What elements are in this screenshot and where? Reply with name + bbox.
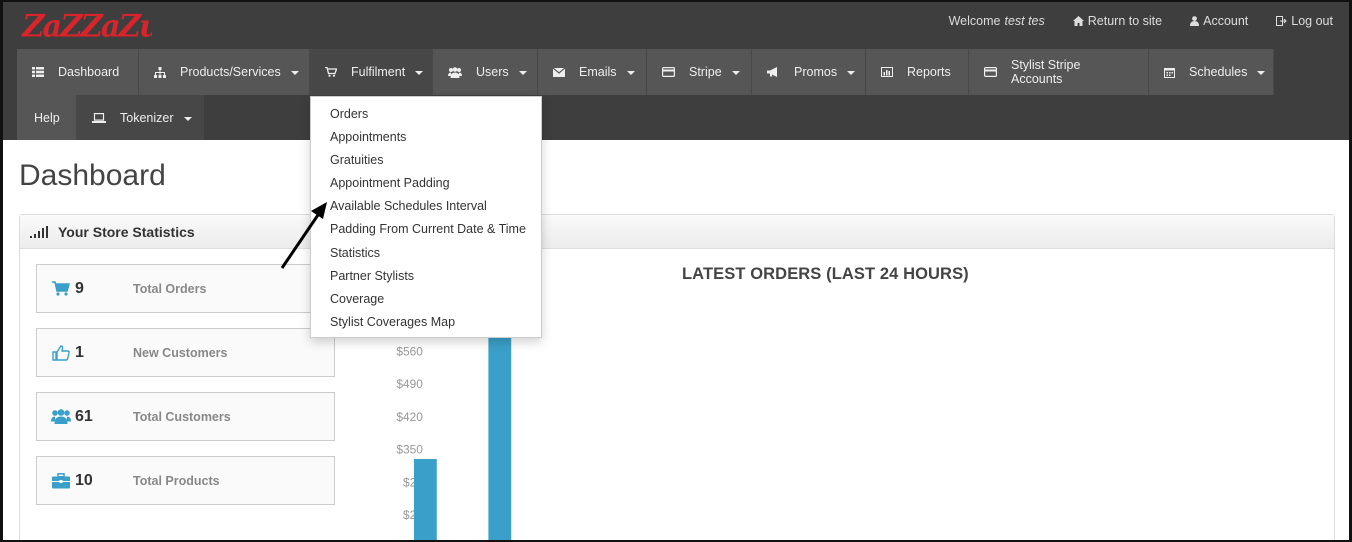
brand-logo[interactable]: ZaZZaZu: [17, 6, 152, 44]
nav-label: Dashboard: [58, 65, 120, 79]
stat-value: 61: [75, 407, 93, 425]
nav-dashboard[interactable]: Dashboard: [17, 49, 139, 95]
calendar-icon: [1164, 67, 1175, 78]
stat-value: 10: [75, 471, 93, 489]
stat-value: 9: [75, 279, 84, 297]
list-icon: [32, 67, 44, 77]
nav-label: Stripe: [689, 65, 722, 79]
nav-label: Promos: [794, 65, 838, 79]
menu-item-partner-stylists[interactable]: Partner Stylists: [311, 265, 541, 288]
nav-emails[interactable]: Emails: [538, 49, 647, 95]
nav-schedules[interactable]: Schedules: [1149, 49, 1274, 95]
credit-card-icon: [662, 67, 675, 77]
return-label: Return to site: [1087, 14, 1163, 28]
thumbs-up-icon: [49, 344, 73, 361]
nav-fulfilment[interactable]: Fulfilment: [310, 49, 433, 95]
nav-label: Emails: [579, 65, 617, 79]
laptop-icon: [92, 112, 106, 123]
sign-out-icon: [1276, 16, 1287, 26]
panel-title: Your Store Statistics: [58, 223, 195, 240]
nav-label: Tokenizer: [120, 110, 174, 125]
envelope-icon: [553, 67, 565, 77]
main-nav-row-2: Help Tokenizer: [17, 95, 204, 140]
nav-stripe[interactable]: Stripe: [647, 49, 752, 95]
nav-label: Help: [34, 110, 60, 125]
panel-header: Your Store Statistics: [20, 215, 1334, 249]
briefcase-icon: [49, 472, 73, 489]
welcome-text: Welcome test tes: [949, 14, 1045, 28]
credit-card-icon: [984, 67, 997, 77]
caret-down-icon: [847, 71, 856, 75]
logout-link[interactable]: Log out: [1276, 14, 1333, 28]
users-icon: [49, 409, 73, 424]
account-label: Account: [1203, 14, 1249, 28]
nav-reports[interactable]: Reports: [866, 49, 969, 95]
caret-down-icon: [290, 71, 299, 75]
menu-item-stylist-coverages-map[interactable]: Stylist Coverages Map: [311, 311, 541, 334]
nav-stylist-stripe-accounts[interactable]: Stylist Stripe Accounts: [969, 49, 1149, 95]
bullhorn-icon: [767, 67, 777, 77]
nav-promos[interactable]: Promos: [752, 49, 866, 95]
fulfilment-dropdown-menu: Orders Appointments Gratuities Appointme…: [310, 96, 542, 338]
nav-products-services[interactable]: Products/Services: [139, 49, 310, 95]
cart-icon: [49, 281, 73, 296]
home-icon: [1072, 16, 1084, 26]
welcome-user: test tes: [1004, 14, 1045, 28]
menu-item-statistics[interactable]: Statistics: [311, 242, 541, 265]
page-title: Dashboard: [19, 159, 166, 192]
nav-label: Stylist Stripe Accounts: [1011, 58, 1081, 86]
stat-label: Total Orders: [133, 281, 207, 296]
nav-tokenizer[interactable]: Tokenizer: [77, 95, 204, 140]
signal-icon: [30, 225, 48, 238]
return-to-site-link[interactable]: Return to site: [1072, 14, 1163, 28]
menu-item-appointment-padding[interactable]: Appointment Padding: [311, 172, 541, 195]
stat-label: Total Customers: [133, 409, 231, 424]
top-navbar: ZaZZaZu Welcome test tes Return to site …: [3, 2, 1349, 140]
nav-label: Schedules: [1189, 65, 1248, 79]
stat-value: 1: [75, 343, 84, 361]
user-icon: [1190, 16, 1200, 26]
cart-icon: [325, 67, 337, 77]
stat-label: New Customers: [133, 345, 228, 360]
caret-down-icon: [518, 71, 527, 75]
top-links: Welcome test tes Return to site Account: [949, 14, 1333, 28]
nav-help[interactable]: Help: [17, 95, 77, 140]
caret-down-icon: [415, 71, 424, 75]
logout-label: Log out: [1291, 14, 1333, 28]
nav-label: Fulfilment: [351, 65, 406, 79]
stat-total-products: 10 Total Products: [36, 456, 335, 505]
sitemap-icon: [154, 66, 166, 78]
account-link[interactable]: Account: [1190, 14, 1248, 28]
nav-users[interactable]: Users: [433, 49, 538, 95]
welcome-prefix: Welcome: [948, 14, 1001, 28]
caret-down-icon: [183, 116, 192, 121]
menu-item-coverage[interactable]: Coverage: [311, 288, 541, 311]
annotation-arrow: [280, 202, 327, 269]
caret-down-icon: [626, 71, 635, 75]
svg-text:ZaZZaZu: ZaZZaZu: [20, 8, 152, 44]
stat-total-customers: 61 Total Customers: [36, 392, 335, 441]
caret-down-icon: [1257, 71, 1266, 75]
stat-label: Total Products: [133, 473, 220, 488]
main-nav-row-1: Dashboard Products/Services Fulfilment U…: [17, 49, 1274, 95]
nav-label: Reports: [907, 65, 951, 79]
nav-label: Users: [476, 65, 509, 79]
bar-chart-icon: [881, 67, 893, 77]
menu-item-orders[interactable]: Orders: [311, 103, 541, 126]
chart-title: LATEST ORDERS (LAST 24 HOURS): [682, 265, 969, 283]
store-statistics-panel: Your Store Statistics 9 Total Orders 1 N…: [19, 214, 1335, 540]
app-window: ZaZZaZu Welcome test tes Return to site …: [0, 0, 1352, 542]
nav-label: Products/Services: [180, 65, 281, 79]
caret-down-icon: [731, 71, 740, 75]
menu-item-gratuities[interactable]: Gratuities: [311, 149, 541, 172]
users-icon: [448, 66, 462, 78]
menu-item-available-schedules-interval[interactable]: Available Schedules Interval: [311, 195, 541, 218]
stat-new-customers: 1 New Customers: [36, 328, 335, 377]
menu-item-padding-from-current-date-time[interactable]: Padding From Current Date & Time: [311, 218, 541, 241]
menu-item-appointments[interactable]: Appointments: [311, 126, 541, 149]
